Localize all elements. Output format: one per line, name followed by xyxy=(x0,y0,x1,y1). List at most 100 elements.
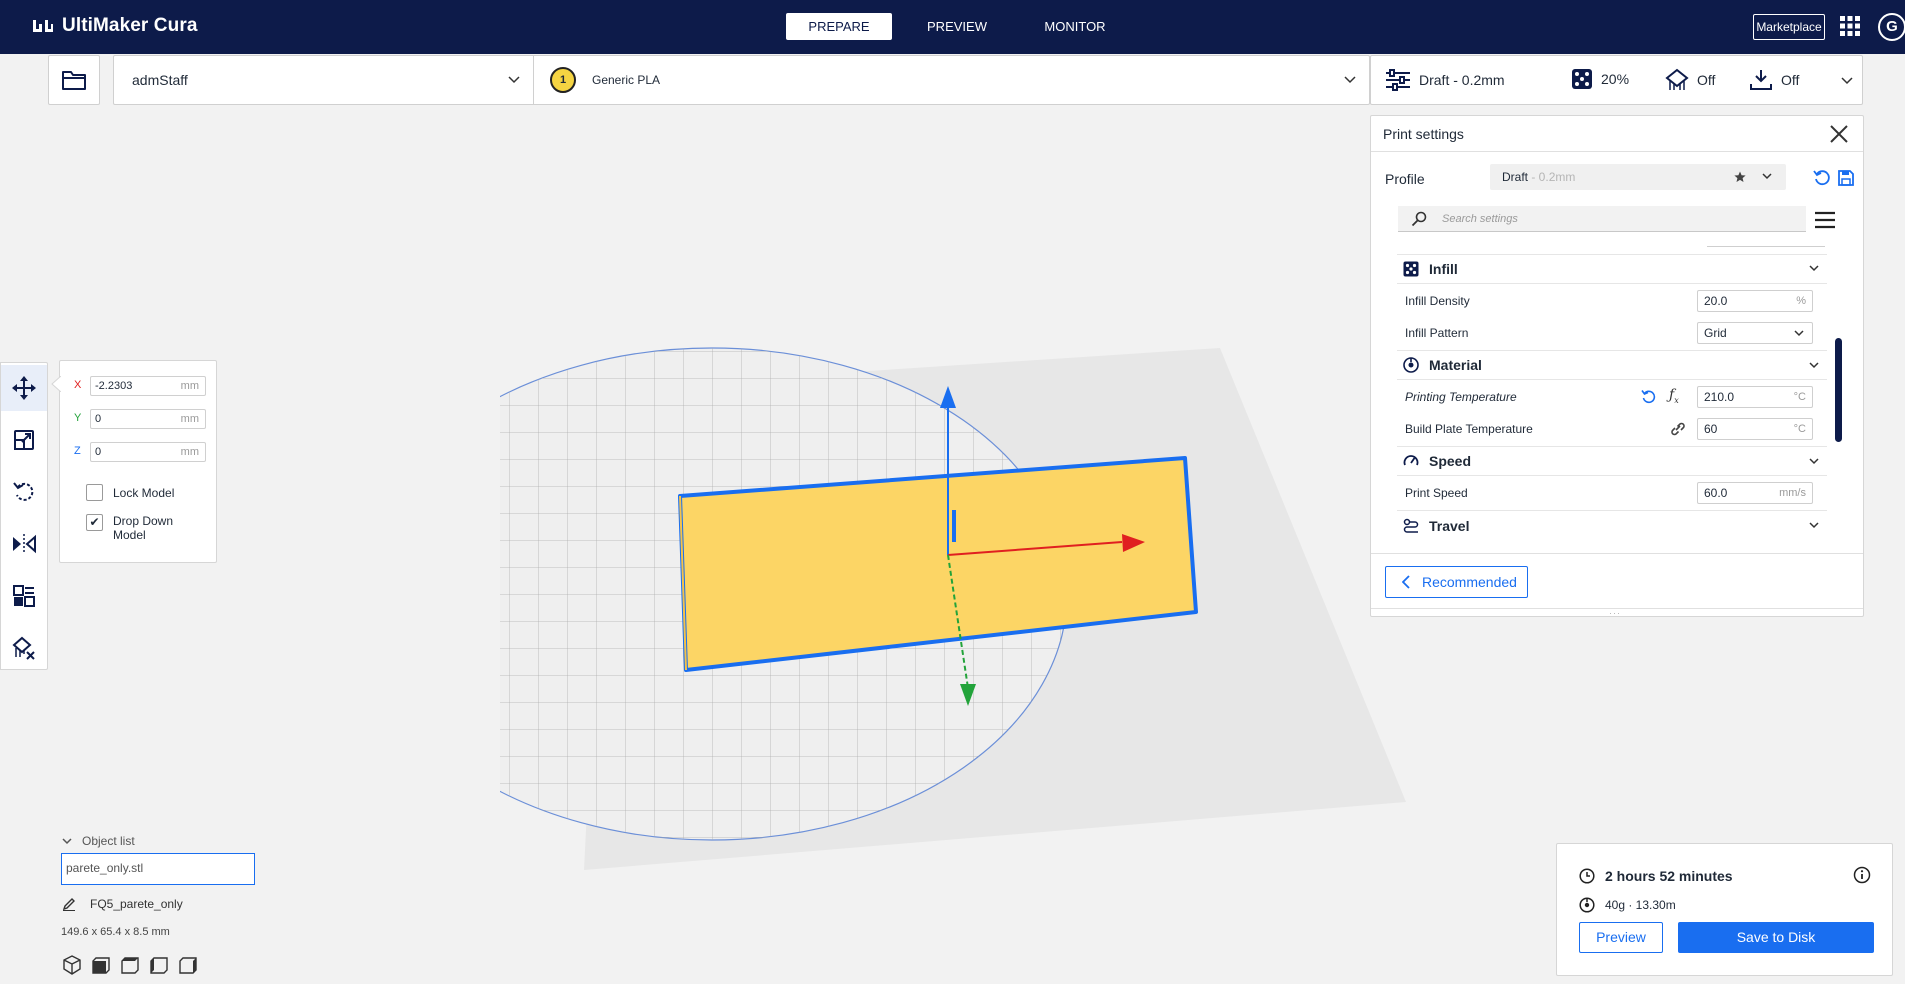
apps-grid-icon[interactable] xyxy=(1840,16,1860,36)
material-selector[interactable]: 1 Generic PLA xyxy=(534,56,1369,104)
z-value: 0 xyxy=(95,446,102,458)
build-plate-temperature-input[interactable]: 60 °C xyxy=(1697,418,1813,440)
infill-summary: 20% xyxy=(1571,68,1629,90)
category-speed-label: Speed xyxy=(1429,453,1472,469)
reset-icon[interactable] xyxy=(1813,169,1831,187)
camera-view-buttons xyxy=(62,955,198,975)
job-name-row[interactable]: FQ5_parete_only xyxy=(62,897,183,911)
setting-value: 60 xyxy=(1704,422,1718,436)
infill-pattern-select[interactable]: Grid xyxy=(1697,322,1813,344)
infill-density-input[interactable]: 20.0 % xyxy=(1697,290,1813,312)
setting-unit: °C xyxy=(1793,391,1806,403)
z-coordinate-input[interactable]: 0 mm xyxy=(90,442,206,462)
y-value: 0 xyxy=(95,413,102,425)
print-speed-input[interactable]: 60.0 mm/s xyxy=(1697,482,1813,504)
support-summary: Off xyxy=(1665,68,1715,92)
chevron-down-icon xyxy=(1809,362,1819,369)
model-dimensions: 149.6 x 65.4 x 8.5 mm xyxy=(61,926,170,938)
rotate-tool-button[interactable] xyxy=(1,469,47,515)
support-icon xyxy=(1665,68,1689,90)
save-profile-icon[interactable] xyxy=(1837,169,1855,187)
chevron-down-icon xyxy=(1809,265,1819,272)
tab-preview[interactable]: PREVIEW xyxy=(904,13,1010,40)
object-list-toggle[interactable]: Object list xyxy=(62,834,135,848)
setting-value: 60.0 xyxy=(1704,486,1728,500)
print-time-row: 2 hours 52 minutes xyxy=(1579,868,1733,884)
x-coordinate-input[interactable]: -2.2303 mm xyxy=(90,376,206,396)
printer-selector[interactable]: admStaff xyxy=(114,56,534,104)
settings-menu-icon[interactable] xyxy=(1814,210,1836,230)
tab-prepare[interactable]: PREPARE xyxy=(786,13,892,40)
profile-layer-height: - 0.2mm xyxy=(1528,170,1576,184)
close-icon[interactable] xyxy=(1829,124,1849,144)
category-material[interactable]: Material xyxy=(1397,350,1827,380)
y-coordinate-input[interactable]: 0 mm xyxy=(90,409,206,429)
move-tool-button[interactable] xyxy=(1,365,47,411)
save-to-disk-button[interactable]: Save to Disk xyxy=(1678,922,1874,953)
scale-tool-button[interactable] xyxy=(1,417,47,463)
view-top-icon[interactable] xyxy=(120,955,140,975)
link-icon[interactable] xyxy=(1669,421,1687,437)
chevron-down-icon xyxy=(1344,76,1356,84)
tab-monitor[interactable]: MONITOR xyxy=(1022,13,1128,40)
view-3d-icon[interactable] xyxy=(62,955,82,975)
infill-icon xyxy=(1403,261,1419,276)
setting-unit: % xyxy=(1796,295,1806,307)
preview-button[interactable]: Preview xyxy=(1579,922,1663,953)
star-icon[interactable] xyxy=(1734,171,1746,183)
resize-handle[interactable]: ··· xyxy=(1609,608,1621,618)
per-model-settings-button[interactable] xyxy=(1,573,47,619)
printer-name: admStaff xyxy=(132,72,188,88)
category-infill-label: Infill xyxy=(1429,260,1458,277)
print-time: 2 hours 52 minutes xyxy=(1605,868,1733,884)
print-setup-bar[interactable]: Draft - 0.2mm 20% Off Off xyxy=(1370,55,1863,105)
profile-summary: Draft - 0.2mm xyxy=(1385,68,1505,92)
account-avatar[interactable]: G xyxy=(1878,13,1905,41)
category-infill[interactable]: Infill xyxy=(1397,254,1827,284)
lock-model-label: Lock Model xyxy=(113,486,175,500)
x-axis-label: X xyxy=(74,379,82,391)
per-model-settings-icon xyxy=(13,585,35,607)
category-travel-label: Travel xyxy=(1429,517,1470,534)
move-tool-panel: X -2.2303 mm Y 0 mm Z 0 mm Lock Model ✔ … xyxy=(51,360,217,563)
search-settings-input[interactable]: Search settings xyxy=(1398,206,1806,232)
app-logo: UltiMaker Cura xyxy=(32,15,198,37)
reset-icon[interactable] xyxy=(1641,389,1657,405)
setting-unit: °C xyxy=(1793,423,1806,435)
z-coordinate-row: Z 0 mm xyxy=(74,442,210,462)
settings-scrollbar[interactable] xyxy=(1835,338,1842,442)
x-coordinate-row: X -2.2303 mm xyxy=(74,376,210,396)
z-axis-marker xyxy=(952,510,956,542)
view-front-icon[interactable] xyxy=(91,955,111,975)
build-plate-viewport[interactable] xyxy=(500,340,1430,880)
category-speed[interactable]: Speed xyxy=(1397,446,1827,476)
lock-model-checkbox[interactable] xyxy=(86,484,103,501)
top-bar: UltiMaker Cura PREPARE PREVIEW MONITOR M… xyxy=(0,0,1905,54)
setting-printing-temperature: Printing Temperature ƒx 210.0 °C xyxy=(1397,384,1827,410)
open-file-button[interactable] xyxy=(48,55,100,105)
object-list-item[interactable]: parete_only.stl xyxy=(61,853,255,885)
print-action-panel: 2 hours 52 minutes 40g · 13.30m Preview … xyxy=(1556,843,1893,976)
printing-temperature-input[interactable]: 210.0 °C xyxy=(1697,386,1813,408)
marketplace-button[interactable]: Marketplace xyxy=(1753,14,1825,40)
mirror-tool-button[interactable] xyxy=(1,521,47,567)
chevron-down-icon xyxy=(1762,173,1772,180)
app-title: UltiMaker Cura xyxy=(62,15,198,36)
setting-infill-density: Infill Density 20.0 % xyxy=(1397,288,1827,314)
divider xyxy=(1371,553,1863,554)
drop-down-model-checkbox[interactable]: ✔ xyxy=(86,514,103,531)
setting-value: 210.0 xyxy=(1704,390,1735,404)
recommended-label: Recommended xyxy=(1422,574,1517,590)
x-unit: mm xyxy=(180,380,199,392)
profile-name: Draft xyxy=(1502,170,1529,184)
profile-selector[interactable]: Draft - 0.2mm xyxy=(1490,164,1786,190)
adhesion-summary-value: Off xyxy=(1781,72,1800,88)
infill-summary-value: 20% xyxy=(1601,71,1630,87)
view-left-icon[interactable] xyxy=(149,955,169,975)
support-blocker-button[interactable] xyxy=(1,625,47,671)
profile-row: Profile Draft - 0.2mm xyxy=(1385,164,1854,194)
category-travel[interactable]: Travel xyxy=(1397,510,1827,540)
chevron-down-icon xyxy=(62,837,72,844)
info-icon[interactable] xyxy=(1853,866,1871,884)
view-right-icon[interactable] xyxy=(178,955,198,975)
